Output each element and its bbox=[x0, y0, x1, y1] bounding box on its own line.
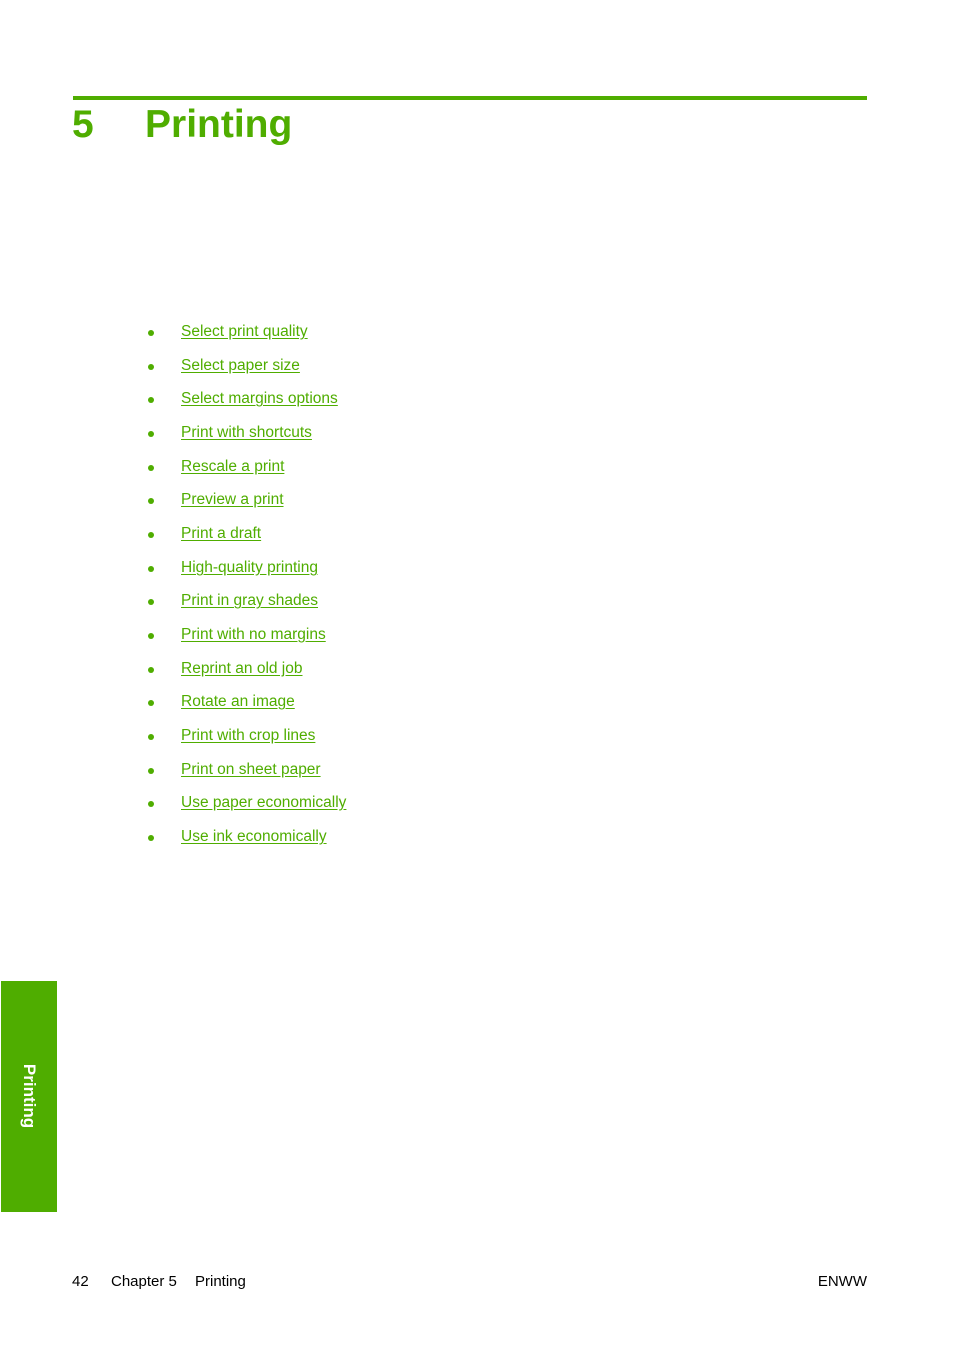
bullet-icon bbox=[148, 700, 154, 706]
chapter-side-tab: Printing bbox=[1, 981, 57, 1212]
bullet-icon bbox=[148, 465, 154, 471]
footer-page-number: 42 bbox=[72, 1273, 89, 1290]
toc-link-print-with-crop-lines[interactable]: Print with crop lines bbox=[181, 725, 315, 747]
side-tab-label: Printing bbox=[20, 1063, 39, 1129]
toc-link-select-print-quality[interactable]: Select print quality bbox=[181, 321, 308, 343]
bullet-icon bbox=[148, 835, 154, 841]
bullet-icon bbox=[148, 599, 154, 605]
toc-link-high-quality-printing[interactable]: High-quality printing bbox=[181, 557, 318, 579]
bullet-icon bbox=[148, 566, 154, 572]
bullet-icon bbox=[148, 734, 154, 740]
bullet-icon bbox=[148, 633, 154, 639]
footer-chapter-label: Chapter 5 bbox=[111, 1273, 177, 1290]
footer-locale: ENWW bbox=[817, 1273, 867, 1290]
toc-link-print-with-no-margins[interactable]: Print with no margins bbox=[181, 624, 326, 646]
bullet-icon bbox=[148, 330, 154, 336]
toc-link-rotate-an-image[interactable]: Rotate an image bbox=[181, 691, 295, 713]
toc-link-reprint-an-old-job[interactable]: Reprint an old job bbox=[181, 658, 303, 680]
toc-link-use-paper-economically[interactable]: Use paper economically bbox=[181, 792, 346, 814]
toc-link-print-on-sheet-paper[interactable]: Print on sheet paper bbox=[181, 759, 321, 781]
bullet-icon bbox=[148, 397, 154, 403]
bullet-icon bbox=[148, 768, 154, 774]
footer-section-label: Printing bbox=[195, 1273, 246, 1290]
toc-link-print-in-gray-shades[interactable]: Print in gray shades bbox=[181, 590, 318, 612]
bullet-icon bbox=[148, 364, 154, 370]
chapter-title: Printing bbox=[145, 103, 293, 146]
toc-link-rescale-a-print[interactable]: Rescale a print bbox=[181, 456, 284, 478]
toc-link-print-a-draft[interactable]: Print a draft bbox=[181, 523, 261, 545]
bullet-icon bbox=[148, 801, 154, 807]
toc-link-preview-a-print[interactable]: Preview a print bbox=[181, 489, 284, 511]
toc-link-select-paper-size[interactable]: Select paper size bbox=[181, 355, 300, 377]
bullet-icon bbox=[148, 667, 154, 673]
bullet-icon bbox=[148, 532, 154, 538]
toc-link-print-with-shortcuts[interactable]: Print with shortcuts bbox=[181, 422, 312, 444]
chapter-number: 5 bbox=[72, 103, 94, 146]
toc-link-use-ink-economically[interactable]: Use ink economically bbox=[181, 826, 327, 848]
bullet-icon bbox=[148, 498, 154, 504]
bullet-icon bbox=[148, 431, 154, 437]
toc-link-select-margins-options[interactable]: Select margins options bbox=[181, 388, 338, 410]
